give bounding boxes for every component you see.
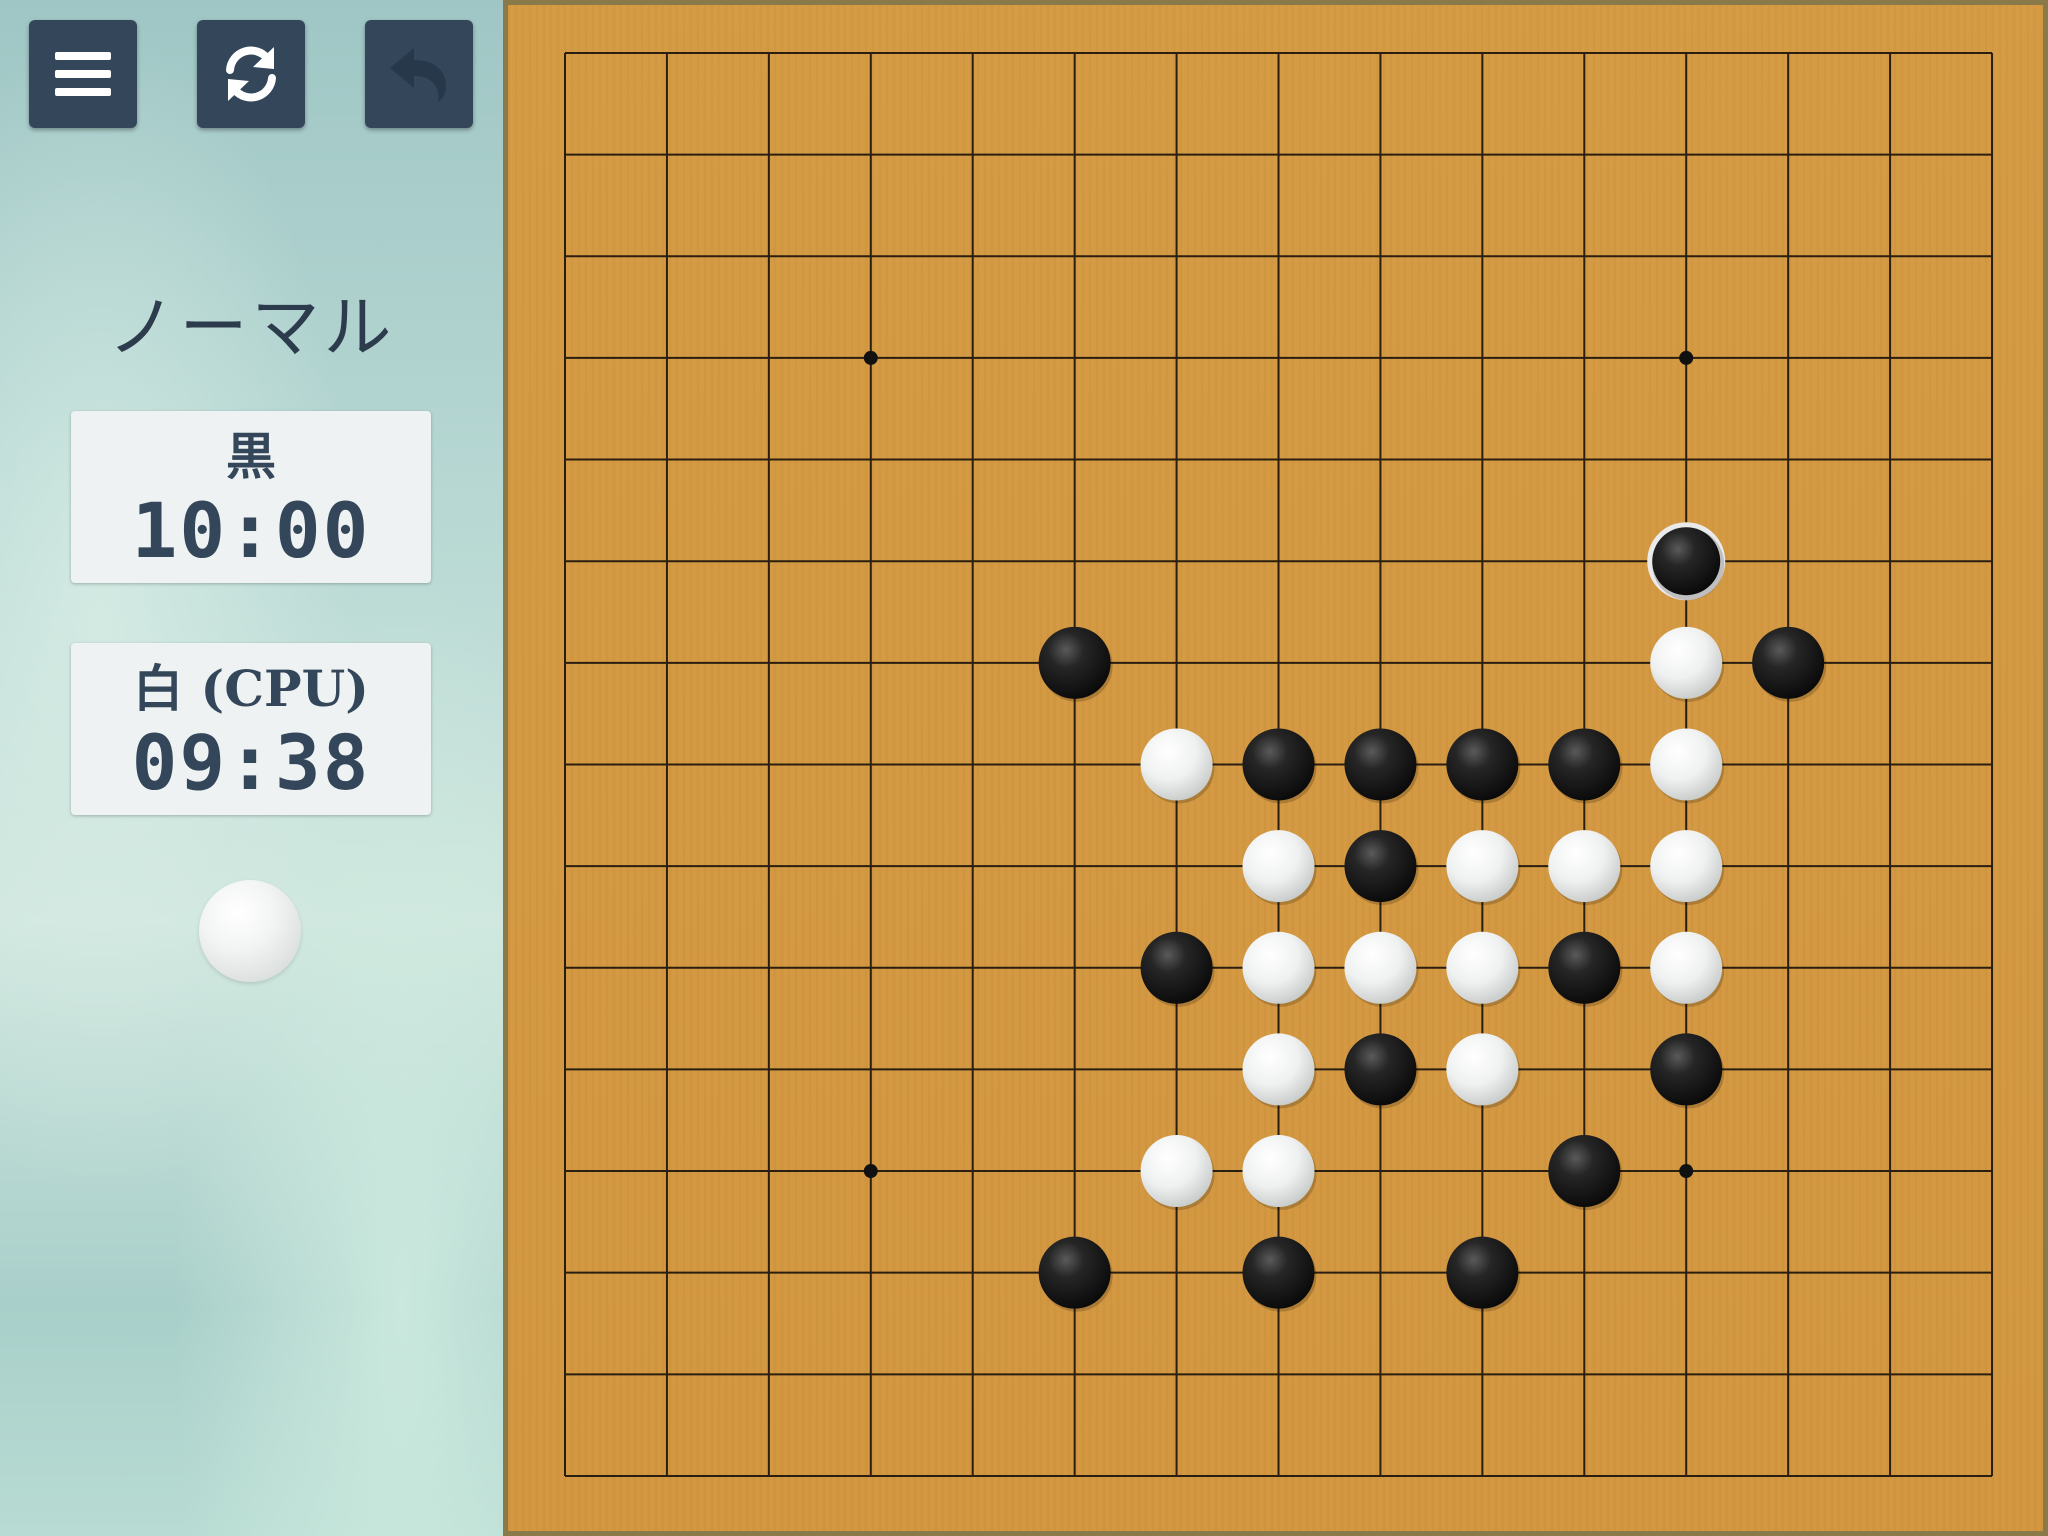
- star-point: [863, 1164, 878, 1179]
- white-stone: [1140, 1135, 1213, 1208]
- black-stone: [1140, 931, 1213, 1004]
- white-stone: [1446, 931, 1519, 1004]
- black-stone: [1344, 728, 1417, 801]
- black-stone: [1752, 626, 1825, 699]
- board-grid: [564, 52, 1994, 1477]
- black-stone: [1038, 626, 1111, 699]
- white-stone: [1242, 1033, 1315, 1106]
- current-turn-stone-indicator: [199, 880, 301, 982]
- white-timer-card: 白 (CPU) 09:38: [71, 643, 431, 815]
- refresh-icon: [226, 46, 276, 102]
- undo-button[interactable]: [365, 20, 473, 128]
- black-stone: [1548, 931, 1621, 1004]
- white-stone: [1242, 1135, 1315, 1208]
- white-stone: [1446, 830, 1519, 903]
- hamburger-menu-icon: [55, 52, 111, 96]
- star-point: [863, 350, 878, 365]
- black-stone: [1344, 1033, 1417, 1106]
- black-player-label: 黒: [226, 427, 276, 486]
- black-stone: [1548, 1135, 1621, 1208]
- black-timer-card: 黒 10:00: [71, 411, 431, 583]
- sidebar: ノーマル 黒 10:00 白 (CPU) 09:38: [0, 0, 503, 1536]
- white-stone: [1140, 728, 1213, 801]
- white-timer: 09:38: [131, 718, 371, 807]
- black-stone: [1446, 728, 1519, 801]
- menu-button[interactable]: [29, 20, 137, 128]
- game-board[interactable]: [503, 0, 2048, 1536]
- white-player-label: 白 (CPU): [133, 659, 369, 718]
- black-stone: [1548, 728, 1621, 801]
- black-stone: [1242, 1236, 1315, 1309]
- black-stone: [1446, 1236, 1519, 1309]
- white-stone: [1242, 931, 1315, 1004]
- white-stone: [1650, 830, 1723, 903]
- star-point: [1679, 1164, 1694, 1179]
- restart-button[interactable]: [197, 20, 305, 128]
- white-stone: [1650, 626, 1723, 699]
- black-stone: [1344, 830, 1417, 903]
- black-stone: [1038, 1236, 1111, 1309]
- star-point: [1679, 350, 1694, 365]
- difficulty-title: ノーマル: [107, 289, 396, 368]
- white-stone: [1344, 931, 1417, 1004]
- white-stone: [1446, 1033, 1519, 1106]
- white-stone: [1548, 830, 1621, 903]
- black-timer: 10:00: [131, 486, 371, 575]
- undo-arrow-icon: [390, 48, 446, 102]
- white-stone: [1242, 830, 1315, 903]
- black-stone: [1650, 1033, 1723, 1106]
- white-stone: [1650, 931, 1723, 1004]
- black-stone: [1242, 728, 1315, 801]
- white-stone: [1650, 728, 1723, 801]
- black-stone: [1652, 527, 1721, 596]
